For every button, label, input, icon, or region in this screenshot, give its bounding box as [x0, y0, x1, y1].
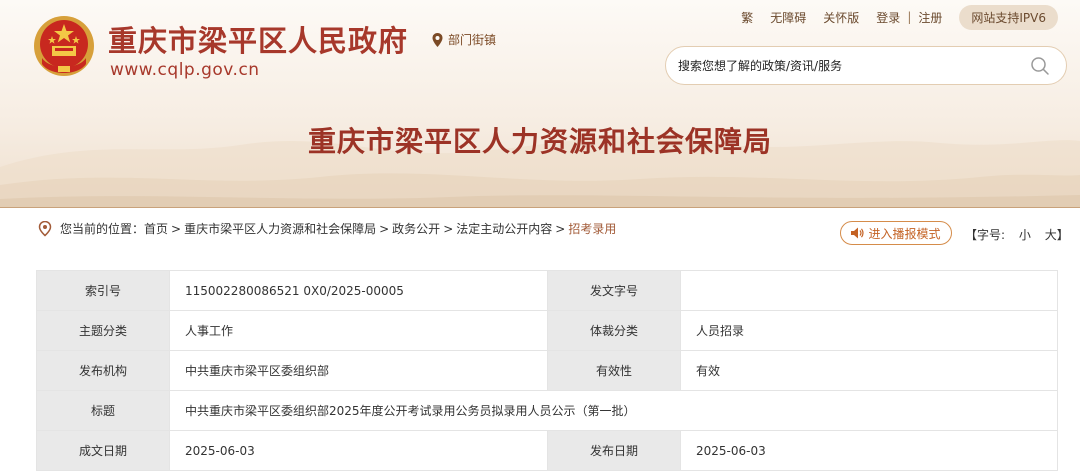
font-size-control: 【字号: 小 大】 — [962, 226, 1069, 243]
location-icon — [38, 220, 52, 236]
genre-value: 人员招录 — [680, 310, 1058, 351]
broadcast-mode-button[interactable]: 进入播报模式 — [840, 221, 952, 245]
toolbar: 您当前的位置： 首页 > 重庆市梁平区人力资源和社会保障局 > 政务公开 > 法… — [0, 208, 1080, 268]
breadcrumb: 您当前的位置： 首页 > 重庆市梁平区人力资源和社会保障局 > 政务公开 > 法… — [38, 220, 616, 237]
document-number-label: 发文字号 — [547, 270, 681, 311]
table-row: 标题 中共重庆市梁平区委组织部2025年度公开考试录用公务员拟录用人员公示（第一… — [36, 390, 1058, 431]
topic-label: 主题分类 — [36, 310, 170, 351]
department-town-link[interactable]: 部门街镇 — [432, 31, 496, 48]
site-title[interactable]: 重庆市梁平区人民政府 — [108, 18, 408, 60]
search-box — [665, 46, 1067, 85]
publish-date-label: 发布日期 — [547, 430, 681, 471]
topic-value: 人事工作 — [169, 310, 548, 351]
search-input[interactable] — [666, 47, 1030, 84]
breadcrumb-separator: > — [171, 221, 182, 236]
breadcrumb-separator: > — [555, 221, 566, 236]
title-value: 中共重庆市梁平区委组织部2025年度公开考试录用公务员拟录用人员公示（第一批） — [169, 390, 1058, 431]
breadcrumb-current[interactable]: 招考录用 — [568, 220, 616, 237]
table-row: 主题分类 人事工作 体裁分类 人员招录 — [36, 310, 1058, 351]
breadcrumb-separator: > — [379, 221, 390, 236]
validity-label: 有效性 — [547, 350, 681, 391]
login-link[interactable]: 登录 — [876, 9, 900, 26]
font-small-button[interactable]: 小 — [1019, 228, 1031, 242]
department-town-label: 部门街镇 — [448, 33, 497, 47]
top-links: 繁 无障碍 关怀版 登录 | 注册 网站支持IPV6 — [724, 0, 1080, 34]
font-size-label: 【字号: — [965, 228, 1006, 242]
breadcrumb-separator: > — [443, 221, 454, 236]
document-number-value — [680, 270, 1058, 311]
publisher-label: 发布机构 — [36, 350, 170, 391]
title-label: 标题 — [36, 390, 170, 431]
site-header: 重庆市梁平区人民政府 www.cqlp.gov.cn 部门街镇 繁 无障碍 关怀… — [0, 0, 1080, 207]
site-url[interactable]: www.cqlp.gov.cn — [110, 60, 260, 80]
breadcrumb-department[interactable]: 重庆市梁平区人力资源和社会保障局 — [184, 220, 376, 237]
department-title: 重庆市梁平区人力资源和社会保障局 — [307, 125, 772, 158]
speaker-icon — [851, 227, 865, 239]
written-date-label: 成文日期 — [36, 430, 170, 471]
breadcrumb-disclosure[interactable]: 法定主动公开内容 — [456, 220, 552, 237]
publisher-value: 中共重庆市梁平区委组织部 — [169, 350, 548, 391]
broadcast-mode-label: 进入播报模式 — [868, 226, 941, 241]
breadcrumb-prefix: 您当前的位置： — [60, 222, 145, 236]
font-large-button[interactable]: 大】 — [1045, 228, 1069, 242]
care-mode-link[interactable]: 关怀版 — [823, 9, 859, 26]
genre-label: 体裁分类 — [547, 310, 681, 351]
document-metadata-table: 索引号 115002280086521 0X0/2025-00005 发文字号 … — [36, 270, 1058, 471]
breadcrumb-home[interactable]: 首页 — [144, 220, 168, 237]
register-link[interactable]: 注册 — [918, 9, 942, 26]
index-number-label: 索引号 — [36, 270, 170, 311]
table-row: 索引号 115002280086521 0X0/2025-00005 发文字号 — [36, 270, 1058, 311]
search-icon[interactable] — [1030, 56, 1050, 76]
breadcrumb-gov-affairs[interactable]: 政务公开 — [392, 220, 440, 237]
accessibility-link[interactable]: 无障碍 — [770, 9, 806, 26]
index-number-value: 115002280086521 0X0/2025-00005 — [169, 270, 548, 311]
ipv6-badge: 网站支持IPV6 — [959, 4, 1058, 30]
table-row: 发布机构 中共重庆市梁平区委组织部 有效性 有效 — [36, 350, 1058, 391]
traditional-chinese-link[interactable]: 繁 — [741, 9, 753, 26]
national-emblem-icon[interactable] — [32, 14, 96, 78]
validity-value: 有效 — [680, 350, 1058, 391]
written-date-value: 2025-06-03 — [169, 430, 548, 471]
table-row: 成文日期 2025-06-03 发布日期 2025-06-03 — [36, 430, 1058, 471]
publish-date-value: 2025-06-03 — [680, 430, 1058, 471]
link-separator: | — [907, 10, 912, 24]
map-pin-icon — [432, 32, 443, 47]
